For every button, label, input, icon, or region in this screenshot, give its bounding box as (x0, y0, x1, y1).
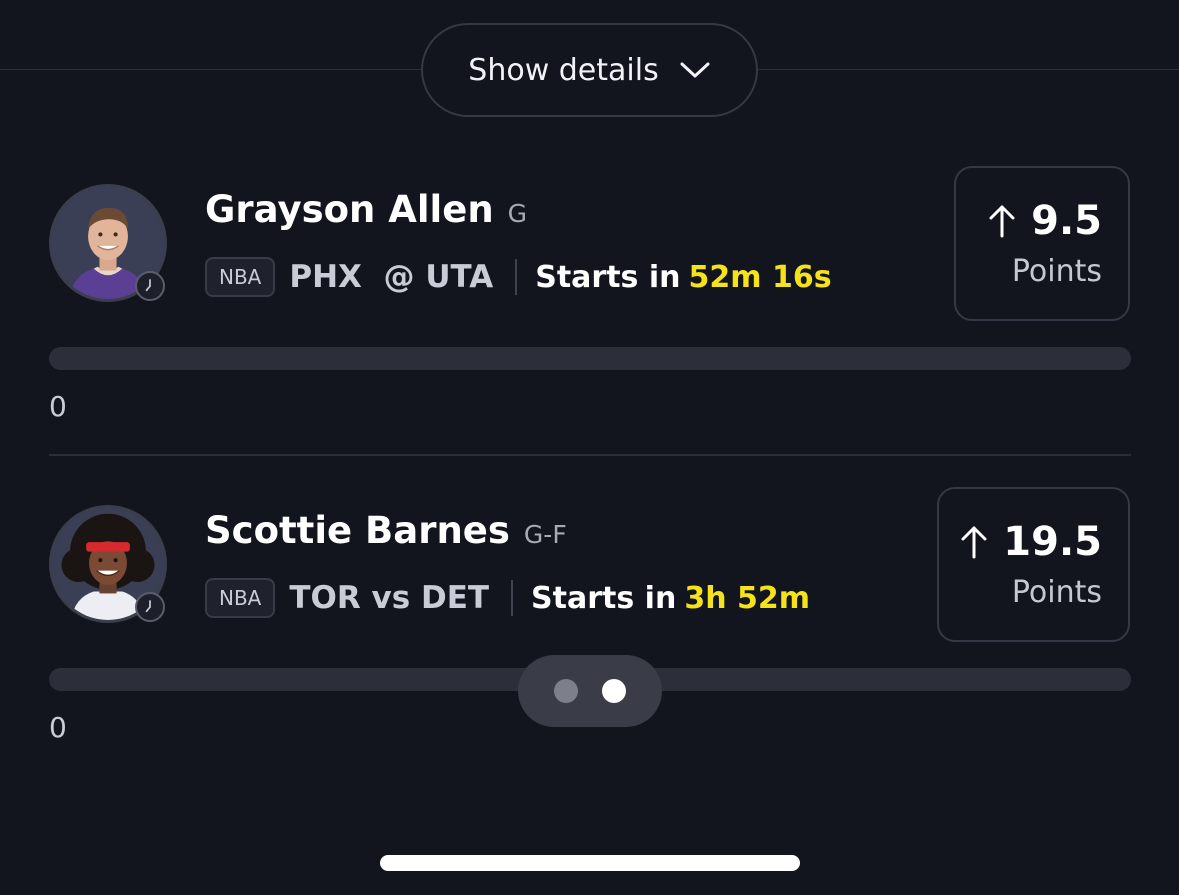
page-indicator (518, 655, 662, 727)
chevron-down-icon (679, 53, 711, 88)
pick-detail-screen: Show details Grayson Allen G NBA PHX @ U… (0, 0, 1179, 895)
line-row: 9.5 (987, 198, 1102, 244)
stat-label: Points (1011, 254, 1102, 289)
player-position: G (507, 199, 528, 228)
clock-icon (135, 271, 165, 301)
matchup: TOR vs DET (289, 580, 490, 616)
line-row: 19.5 (959, 519, 1102, 565)
player-name-row: Grayson Allen G (205, 188, 527, 231)
line-value: 19.5 (1003, 519, 1102, 565)
game-info: NBA TOR vs DET Starts in 3h 52m (205, 576, 810, 620)
show-details-button[interactable]: Show details (421, 23, 758, 117)
player-name-row: Scottie Barnes G-F (205, 509, 567, 552)
current-stat-value: 0 (49, 711, 67, 744)
pick-divider (49, 454, 1131, 456)
matchup: PHX @ UTA (289, 259, 494, 295)
start-countdown: 3h 52m (684, 580, 811, 616)
starts-label: Starts in (535, 259, 681, 295)
league-badge: NBA (205, 257, 276, 297)
projection-button[interactable]: 19.5 Points (937, 487, 1130, 642)
league-badge: NBA (205, 578, 276, 618)
stat-progress-bar (49, 347, 1131, 370)
player-position: G-F (523, 520, 567, 549)
page-dot[interactable] (602, 679, 626, 703)
current-stat-value: 0 (49, 390, 67, 423)
pick-card: Scottie Barnes G-F NBA TOR vs DET Starts… (0, 481, 1179, 781)
arrow-up-icon (959, 524, 989, 560)
line-value: 9.5 (1031, 198, 1102, 244)
meta-separator (515, 259, 518, 295)
projection-button[interactable]: 9.5 Points (954, 166, 1130, 321)
page-dot[interactable] (554, 679, 578, 703)
home-indicator[interactable] (380, 855, 800, 871)
show-details-label: Show details (468, 52, 659, 88)
starts-label: Starts in (531, 580, 677, 616)
player-name: Scottie Barnes (205, 509, 510, 552)
arrow-up-icon (987, 203, 1017, 239)
clock-icon (135, 592, 165, 622)
meta-separator (511, 580, 514, 616)
player-name: Grayson Allen (205, 188, 494, 231)
pick-card: Grayson Allen G NBA PHX @ UTA Starts in … (0, 160, 1179, 460)
stat-label: Points (1011, 575, 1102, 610)
start-countdown: 52m 16s (688, 259, 832, 295)
game-info: NBA PHX @ UTA Starts in 52m 16s (205, 255, 832, 299)
